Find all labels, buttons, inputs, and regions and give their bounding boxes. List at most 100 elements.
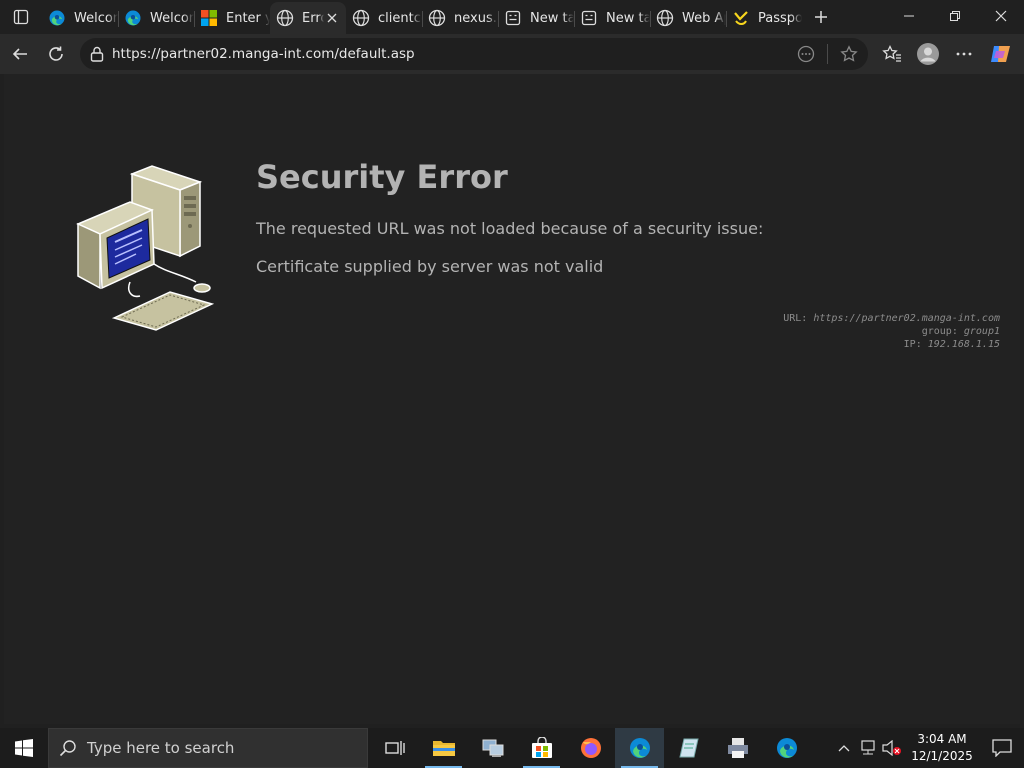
group-value: group1 (963, 326, 1000, 337)
tab-0[interactable]: Welcome (42, 2, 118, 34)
refresh-button[interactable] (38, 36, 74, 72)
tab-list: Welcome Welcome Enter your Error clientconne… (42, 0, 802, 34)
new-tab-button[interactable] (804, 1, 838, 33)
taskbar-search[interactable]: Type here to search (48, 728, 368, 768)
refresh-icon (49, 46, 63, 61)
avatar-icon (917, 43, 939, 65)
url-label: URL: (783, 313, 808, 324)
ellipsis-icon (956, 52, 972, 56)
tab-title: Enter your (226, 10, 270, 26)
error-message: The requested URL was not loaded because… (256, 219, 764, 238)
close-window-button[interactable] (978, 0, 1024, 32)
group-info: group: group1 (783, 325, 1000, 338)
edge-taskbar-button[interactable] (615, 728, 664, 768)
tab-title: Welcome (150, 10, 194, 26)
globe-icon (656, 9, 674, 27)
edge-icon (776, 738, 797, 758)
store-button[interactable] (517, 728, 566, 768)
network-button[interactable] (856, 728, 880, 768)
clock[interactable]: 3:04 AM 12/1/2025 (904, 731, 980, 765)
back-button[interactable] (2, 36, 38, 72)
minimize-icon (904, 15, 914, 17)
taskbar: Type here to search 3:04 AM 12/1/2025 (0, 728, 1024, 768)
notification-icon (992, 739, 1012, 757)
star-icon (840, 45, 858, 62)
restore-icon (950, 11, 960, 21)
lock-icon[interactable] (82, 46, 112, 62)
more-circle-icon (797, 45, 815, 63)
tab-1[interactable]: Welcome (118, 2, 194, 34)
minimize-button[interactable] (886, 0, 932, 32)
favorites-star-icon (882, 44, 901, 62)
show-hidden-icons-button[interactable] (832, 728, 856, 768)
network-app-button[interactable] (468, 728, 517, 768)
close-icon (995, 10, 1007, 22)
tab-8[interactable]: Web App (650, 2, 726, 34)
newtab-icon (504, 9, 522, 27)
volume-button[interactable] (880, 728, 904, 768)
plus-icon (815, 11, 827, 23)
tab-actions-button[interactable] (0, 0, 42, 34)
notifications-button[interactable] (980, 728, 1024, 768)
clock-time: 3:04 AM (917, 732, 967, 746)
search-icon (49, 739, 87, 757)
start-button[interactable] (0, 728, 48, 768)
back-arrow-icon (12, 48, 27, 60)
passport-icon (732, 9, 750, 27)
ip-label: IP: (903, 339, 922, 350)
tab-title: clientconnect (378, 10, 422, 26)
url-info: URL: https://partner02.manga-int.com (783, 312, 1000, 325)
notes-app-button[interactable] (664, 728, 713, 768)
copilot-button[interactable] (982, 36, 1018, 72)
error-detail: Certificate supplied by server was not v… (256, 257, 604, 276)
globe-icon (276, 9, 294, 27)
tab-2[interactable]: Enter your (194, 2, 270, 34)
tab-5[interactable]: nexus.p (422, 2, 498, 34)
copilot-icon (991, 46, 1010, 62)
tab-actions-icon (13, 9, 29, 25)
network-computers-icon (482, 739, 503, 757)
windows-logo-icon (15, 739, 33, 757)
tab-4[interactable]: clientconnect (346, 2, 422, 34)
network-icon (861, 740, 875, 755)
tab-7[interactable]: New tab (574, 2, 650, 34)
speaker-muted-icon (882, 740, 901, 756)
tab-9[interactable]: Passport (726, 2, 802, 34)
task-view-icon (384, 741, 405, 755)
address-text[interactable]: https://partner02.manga-int.com/default.… (112, 46, 791, 62)
url-value: https://partner02.manga-int.com (813, 313, 1000, 324)
tab-3[interactable]: Error (270, 2, 346, 34)
profile-button[interactable] (910, 36, 946, 72)
address-bar[interactable]: https://partner02.manga-int.com/default.… (80, 38, 868, 70)
edge-icon (48, 9, 66, 27)
edge-icon (629, 738, 650, 758)
tab-6[interactable]: New tab (498, 2, 574, 34)
favorite-button[interactable] (834, 39, 864, 69)
tab-title: nexus.p (454, 10, 498, 26)
globe-icon (352, 9, 370, 27)
browser-toolbar: https://partner02.manga-int.com/default.… (0, 34, 1024, 74)
printer-app-button[interactable] (713, 728, 762, 768)
toolbar-right (874, 36, 1018, 72)
tab-title: Welcome (74, 10, 118, 26)
divider (827, 44, 828, 64)
tab-title: Web App (682, 10, 726, 26)
desktop: Welcome Welcome Enter your Error clientconne… (0, 0, 1024, 768)
reading-view-button[interactable] (791, 39, 821, 69)
tab-title: New tab (530, 10, 574, 26)
settings-menu-button[interactable] (946, 36, 982, 72)
computer-illustration (76, 165, 214, 331)
microsoft-icon (200, 9, 218, 27)
close-tab-button[interactable] (324, 10, 340, 26)
file-explorer-button[interactable] (419, 728, 468, 768)
firefox-button[interactable] (566, 728, 615, 768)
printer-icon (727, 738, 748, 758)
favorites-button[interactable] (874, 36, 910, 72)
edge-secondary-button[interactable] (762, 728, 811, 768)
folder-icon (432, 741, 455, 756)
tab-strip: Welcome Welcome Enter your Error clientconne… (0, 0, 1024, 34)
store-bag-icon (531, 737, 552, 758)
search-placeholder: Type here to search (87, 739, 235, 757)
restore-button[interactable] (932, 0, 978, 32)
task-view-button[interactable] (370, 728, 419, 768)
